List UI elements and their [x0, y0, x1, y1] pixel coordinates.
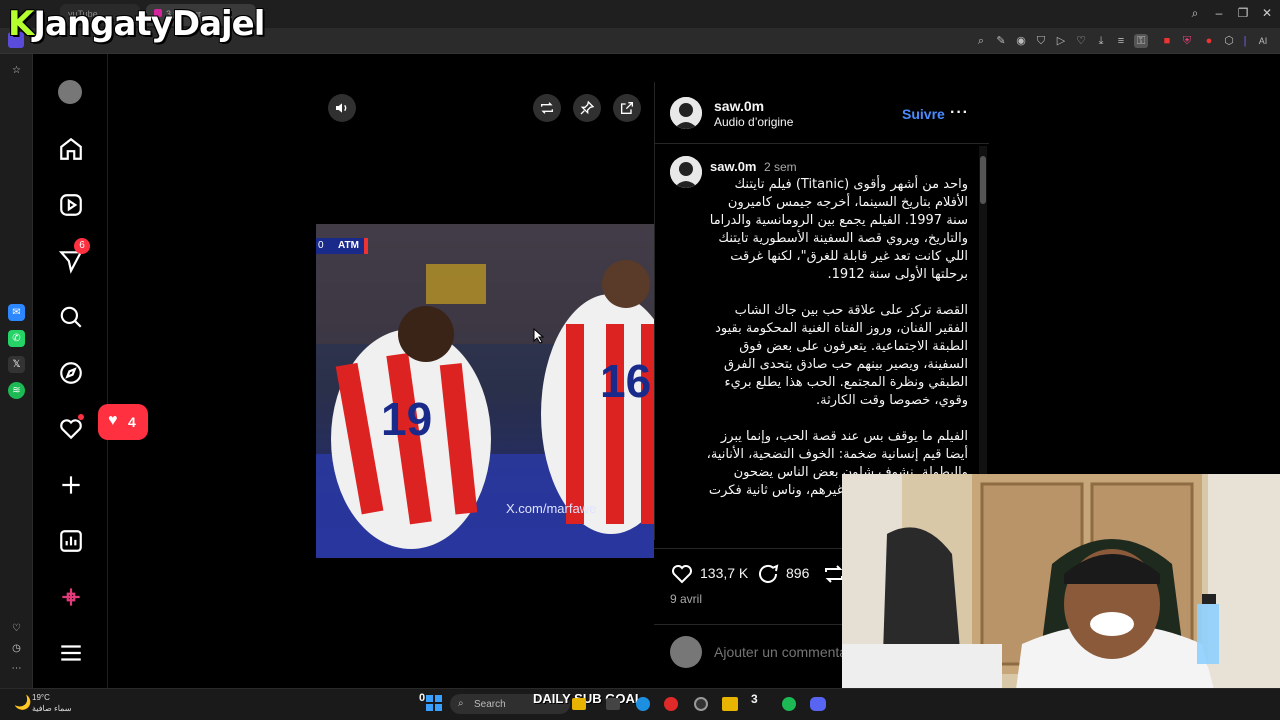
profile-avatar[interactable] — [58, 80, 82, 104]
start-icon[interactable] — [426, 695, 442, 711]
video-watermark: X.com/marfawe — [506, 501, 597, 516]
ai-button[interactable]: AI — [1250, 34, 1276, 48]
video-frame[interactable]: 0 ATM 19 16 X.com/marfawe — [316, 224, 654, 558]
close-icon[interactable]: ✕ — [1260, 6, 1274, 20]
heart-icon: ♥ — [108, 412, 118, 429]
spotify-icon[interactable]: ≋ — [8, 382, 25, 399]
caption-timestamp[interactable]: 2 sem — [764, 160, 797, 174]
file-explorer-icon[interactable] — [572, 698, 586, 710]
webcam-feed — [842, 474, 1280, 720]
instagram-sidebar: 6 — [34, 54, 108, 688]
caption-scrollbar[interactable] — [979, 146, 987, 476]
logo-letter: K — [8, 4, 34, 44]
jersey-number: 19 — [381, 393, 433, 445]
likes-notification-bubble[interactable]: ♥ 4 — [98, 404, 148, 440]
explore-icon[interactable] — [58, 360, 84, 386]
caption-paragraph: القصة تركز على علاقة حب بين جاك الشاب ال… — [715, 303, 968, 408]
minimize-icon[interactable]: – — [1212, 6, 1226, 20]
scrollbar-thumb[interactable] — [980, 156, 986, 204]
notification-count: 4 — [128, 414, 136, 430]
mute-button[interactable] — [328, 94, 356, 122]
logo-text: JangatyDajel — [33, 4, 265, 44]
messenger-icon[interactable]: ✉ — [8, 304, 25, 321]
caption-paragraph: واحد من أشهر وأقوى (Titanic) فيلم تايتنك… — [709, 177, 968, 282]
heart-icon[interactable]: ♡ — [1074, 34, 1088, 48]
search-icon: ⌕ — [458, 698, 464, 709]
viewer-avatar — [670, 636, 702, 668]
extension-record-icon[interactable]: ● — [1202, 34, 1216, 48]
whatsapp-icon[interactable]: ✆ — [8, 330, 25, 347]
like-icon[interactable] — [670, 562, 694, 586]
weather-temperature[interactable]: 19°C — [32, 693, 50, 702]
open-external-button[interactable] — [613, 94, 641, 122]
extension-adblock-icon[interactable]: ■ — [1160, 34, 1174, 48]
likes-count[interactable]: 133,7 K — [700, 565, 748, 581]
audio-link[interactable]: Audio d’origine — [714, 115, 793, 129]
more-options-button[interactable]: ··· — [950, 104, 969, 122]
search-label: Search — [474, 699, 506, 710]
caption-username[interactable]: saw.0m — [710, 159, 757, 174]
star-icon[interactable]: ☆ — [8, 62, 25, 79]
mail-badge: 3 — [751, 692, 758, 706]
create-icon[interactable] — [58, 472, 84, 498]
score-label: 0 — [318, 240, 324, 251]
spotify-icon[interactable] — [782, 697, 796, 711]
play-icon[interactable]: ▷ — [1054, 34, 1068, 48]
ai-label: AI — [1258, 36, 1268, 46]
browser-sidebar: ☆ ✉ ✆ 𝕏 ≋ ♡ ◷ ⋯ — [0, 54, 33, 688]
pin-button[interactable] — [573, 94, 601, 122]
weather-icon: 🌙 — [14, 694, 32, 710]
maximize-icon[interactable]: ❐ — [1236, 6, 1250, 20]
folder-icon[interactable] — [722, 697, 738, 711]
more-icon[interactable]: ⋯ — [8, 660, 25, 677]
comment-icon[interactable] — [756, 562, 780, 586]
app-icon[interactable] — [606, 698, 620, 710]
search-icon[interactable]: ⌕ — [1188, 6, 1202, 20]
caption-avatar[interactable] — [670, 156, 702, 188]
dashboard-icon[interactable] — [58, 528, 84, 554]
comments-count[interactable]: 896 — [786, 565, 809, 581]
lock-icon[interactable]: ⚿ — [1134, 34, 1148, 48]
home-icon[interactable] — [58, 136, 84, 162]
notifications-icon[interactable] — [58, 414, 84, 442]
discord-icon[interactable] — [810, 697, 826, 711]
zoom-icon[interactable]: ⌕ — [974, 34, 988, 48]
weather-description[interactable]: سماء صافية — [32, 704, 72, 713]
cube-icon[interactable]: ⬡ — [1222, 34, 1236, 48]
history-icon[interactable]: ◷ — [8, 640, 25, 657]
meta-ai-icon[interactable] — [58, 584, 84, 610]
follow-button[interactable]: Suivre — [902, 106, 945, 122]
edge-icon[interactable] — [636, 697, 650, 711]
jersey-number: 16 — [600, 355, 652, 407]
obs-icon[interactable] — [694, 697, 708, 711]
post-date[interactable]: 9 avril — [670, 592, 702, 606]
mouse-cursor-icon — [533, 328, 545, 344]
menu-lines-icon[interactable]: ≡ — [1114, 34, 1128, 48]
pen-icon[interactable]: ✎ — [994, 34, 1008, 48]
repost-button[interactable] — [533, 94, 561, 122]
messages-badge: 6 — [74, 238, 90, 254]
extension-shield-icon[interactable]: ⛨ — [1180, 34, 1194, 48]
heart-outline-icon[interactable]: ♡ — [8, 620, 25, 637]
messages-icon[interactable]: 6 — [58, 238, 90, 274]
goal-counter: 0 — [419, 692, 426, 704]
notification-dot — [78, 414, 84, 420]
comment-input[interactable] — [714, 644, 844, 660]
x-twitter-icon[interactable]: 𝕏 — [8, 356, 25, 373]
stream-logo: KJangatyDajel — [8, 4, 265, 44]
menu-icon[interactable] — [58, 640, 84, 666]
author-avatar[interactable] — [670, 97, 702, 129]
shield-icon[interactable]: ⛉ — [1034, 34, 1048, 48]
search-icon[interactable] — [58, 304, 84, 330]
download-icon[interactable]: ⤓ — [1094, 34, 1108, 48]
opera-icon[interactable] — [664, 697, 678, 711]
camera-icon[interactable]: ◉ — [1014, 34, 1028, 48]
webcam-overlay — [842, 474, 1280, 720]
author-username[interactable]: saw.0m — [714, 98, 764, 114]
team-label: ATM — [338, 240, 359, 251]
reels-icon[interactable] — [58, 192, 84, 218]
sub-goal-label: DAILY SUB GOAL — [533, 691, 643, 706]
